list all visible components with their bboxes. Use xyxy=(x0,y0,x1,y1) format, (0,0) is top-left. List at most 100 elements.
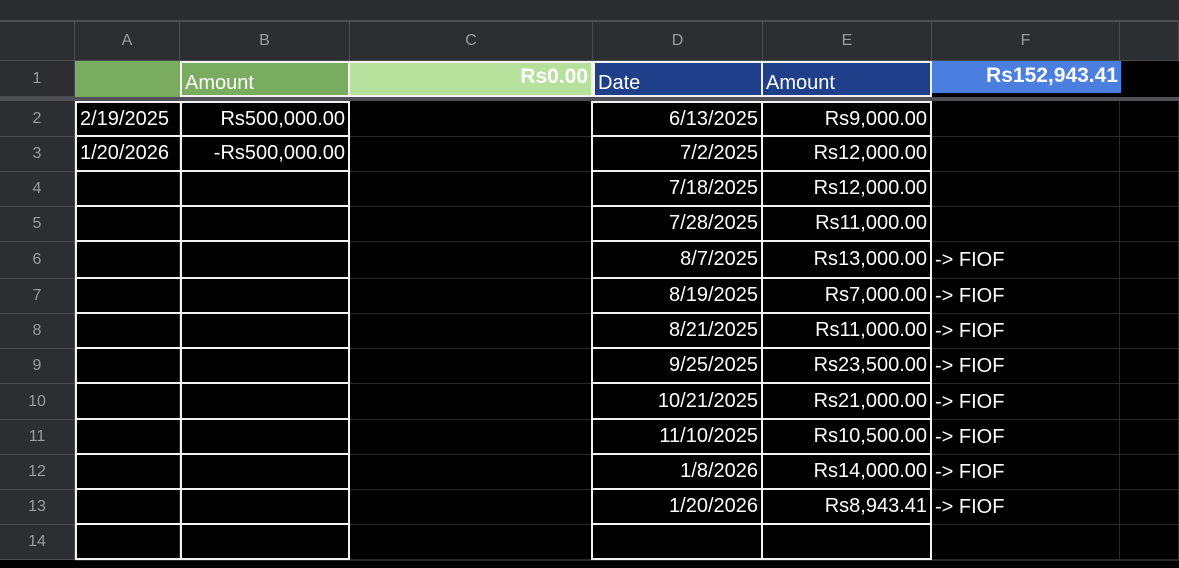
grid-cell[interactable] xyxy=(180,560,350,561)
cell-f7[interactable]: -> FIOF xyxy=(932,279,1120,314)
cell-f2[interactable] xyxy=(932,101,1120,137)
row-header-1[interactable]: 1 xyxy=(0,61,75,97)
cell-d1[interactable]: Date xyxy=(593,61,763,97)
row-header-13[interactable]: 13 xyxy=(0,490,75,525)
grid-cell[interactable] xyxy=(1120,455,1179,490)
grid-cell[interactable] xyxy=(1120,314,1179,349)
cell-c13[interactable] xyxy=(350,490,593,525)
row-header-8[interactable]: 8 xyxy=(0,314,75,349)
cell-d2[interactable]: 6/13/2025 xyxy=(593,101,763,137)
cell-f6[interactable]: -> FIOF xyxy=(932,242,1120,279)
frozen-row-divider[interactable] xyxy=(0,97,1179,101)
cell-b13[interactable] xyxy=(180,490,350,525)
grid-cell[interactable] xyxy=(1120,560,1179,561)
grid-cell[interactable] xyxy=(1120,525,1179,560)
column-header-b[interactable]: B xyxy=(180,22,350,61)
cell-b7[interactable] xyxy=(180,279,350,314)
cell-e3[interactable]: Rs12,000.00 xyxy=(763,137,932,172)
cell-c14[interactable] xyxy=(350,525,593,560)
cell-d7[interactable]: 8/19/2025 xyxy=(593,279,763,314)
cell-a5[interactable] xyxy=(75,207,180,242)
grid-cell[interactable] xyxy=(1120,242,1179,279)
cell-e2[interactable]: Rs9,000.00 xyxy=(763,101,932,137)
cell-d5[interactable]: 7/28/2025 xyxy=(593,207,763,242)
cell-b5[interactable] xyxy=(180,207,350,242)
cell-a11[interactable] xyxy=(75,420,180,455)
cell-e1[interactable]: Amount xyxy=(763,61,932,97)
row-header-10[interactable]: 10 xyxy=(0,384,75,420)
cell-c7[interactable] xyxy=(350,279,593,314)
cell-e4[interactable]: Rs12,000.00 xyxy=(763,172,932,207)
row-header-9[interactable]: 9 xyxy=(0,349,75,384)
row-header-12[interactable]: 12 xyxy=(0,455,75,490)
cell-e6[interactable]: Rs13,000.00 xyxy=(763,242,932,279)
cell-b10[interactable] xyxy=(180,384,350,420)
grid-cell[interactable] xyxy=(1120,420,1179,455)
grid-cell[interactable] xyxy=(593,560,763,561)
cell-c10[interactable] xyxy=(350,384,593,420)
cell-b2[interactable]: Rs500,000.00 xyxy=(180,101,350,137)
cell-f1[interactable]: Rs152,943.41 xyxy=(932,61,1121,93)
row-header-11[interactable]: 11 xyxy=(0,420,75,455)
cell-a10[interactable] xyxy=(75,384,180,420)
cell-d6[interactable]: 8/7/2025 xyxy=(593,242,763,279)
cell-e7[interactable]: Rs7,000.00 xyxy=(763,279,932,314)
cell-d8[interactable]: 8/21/2025 xyxy=(593,314,763,349)
column-header-g[interactable] xyxy=(1120,22,1179,61)
cell-e5[interactable]: Rs11,000.00 xyxy=(763,207,932,242)
cell-e11[interactable]: Rs10,500.00 xyxy=(763,420,932,455)
cell-f4[interactable] xyxy=(932,172,1120,207)
grid-cell[interactable] xyxy=(1120,349,1179,384)
cell-c2[interactable] xyxy=(350,101,593,137)
cell-a7[interactable] xyxy=(75,279,180,314)
cell-a3[interactable]: 1/20/2026 xyxy=(75,137,180,172)
grid-cell[interactable] xyxy=(1120,172,1179,207)
cell-e12[interactable]: Rs14,000.00 xyxy=(763,455,932,490)
cell-d12[interactable]: 1/8/2026 xyxy=(593,455,763,490)
cell-a14[interactable] xyxy=(75,525,180,560)
cell-f10[interactable]: -> FIOF xyxy=(932,384,1120,420)
column-header-e[interactable]: E xyxy=(763,22,932,61)
cell-e14[interactable] xyxy=(763,525,932,560)
cell-a12[interactable] xyxy=(75,455,180,490)
column-header-d[interactable]: D xyxy=(593,22,763,61)
cell-a13[interactable] xyxy=(75,490,180,525)
cell-c3[interactable] xyxy=(350,137,593,172)
cell-b1[interactable]: Amount xyxy=(180,61,350,97)
cell-c12[interactable] xyxy=(350,455,593,490)
cell-c5[interactable] xyxy=(350,207,593,242)
column-header-c[interactable]: C xyxy=(350,22,593,61)
cell-d4[interactable]: 7/18/2025 xyxy=(593,172,763,207)
grid-cell[interactable] xyxy=(1120,207,1179,242)
column-header-f[interactable]: F xyxy=(932,22,1120,61)
row-header-14[interactable]: 14 xyxy=(0,525,75,560)
grid-cell[interactable] xyxy=(350,560,593,561)
cell-a6[interactable] xyxy=(75,242,180,279)
cell-f11[interactable]: -> FIOF xyxy=(932,420,1120,455)
cell-d11[interactable]: 11/10/2025 xyxy=(593,420,763,455)
cell-e10[interactable]: Rs21,000.00 xyxy=(763,384,932,420)
cell-f3[interactable] xyxy=(932,137,1120,172)
grid-cell[interactable] xyxy=(932,525,1120,560)
cell-d10[interactable]: 10/21/2025 xyxy=(593,384,763,420)
cell-f5[interactable] xyxy=(932,207,1120,242)
grid-cell[interactable] xyxy=(1120,137,1179,172)
cell-c6[interactable] xyxy=(350,242,593,279)
grid-cell[interactable] xyxy=(1120,279,1179,314)
cell-a4[interactable] xyxy=(75,172,180,207)
cell-f9[interactable]: -> FIOF xyxy=(932,349,1120,384)
cell-b14[interactable] xyxy=(180,525,350,560)
cell-e9[interactable]: Rs23,500.00 xyxy=(763,349,932,384)
cell-e13[interactable]: Rs8,943.41 xyxy=(763,490,932,525)
cell-c4[interactable] xyxy=(350,172,593,207)
cell-a8[interactable] xyxy=(75,314,180,349)
cell-d9[interactable]: 9/25/2025 xyxy=(593,349,763,384)
cell-c8[interactable] xyxy=(350,314,593,349)
cell-a2[interactable]: 2/19/2025 xyxy=(75,101,180,137)
select-all-corner[interactable] xyxy=(0,22,75,61)
cell-c1[interactable]: Rs0.00 xyxy=(350,61,593,97)
cell-a1[interactable] xyxy=(75,61,180,97)
grid-cell[interactable] xyxy=(932,560,1120,561)
grid-cell[interactable] xyxy=(75,560,180,561)
column-header-a[interactable]: A xyxy=(75,22,180,61)
